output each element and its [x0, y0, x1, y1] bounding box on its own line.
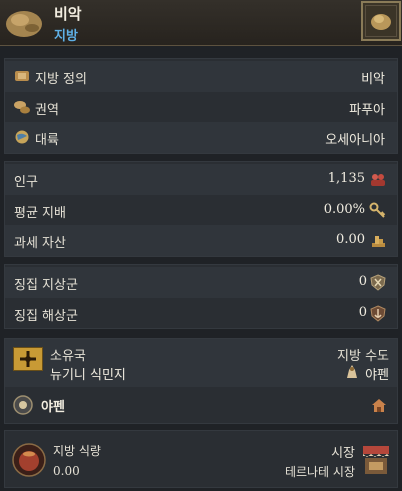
navy-value: 0	[358, 305, 367, 320]
population-label: 인구	[14, 175, 38, 190]
area-value: 파푸아	[349, 103, 385, 118]
province-definition-label: 지방 정의	[35, 72, 87, 87]
owner-value[interactable]: 뉴기니 식민지	[50, 364, 126, 383]
province-header: 비악 지방	[0, 0, 402, 46]
continent-row[interactable]: 대륙 오세아니아	[5, 122, 397, 153]
location-name: 야펜	[41, 400, 65, 415]
tax-value: 0.00	[336, 232, 365, 247]
population-value: 1,135	[327, 171, 365, 186]
location-icon	[13, 395, 33, 415]
tax-row[interactable]: 과세 자산 0.00	[5, 225, 397, 256]
owner-label: 소유국	[50, 349, 86, 364]
area-row[interactable]: 권역 파푸아	[5, 92, 397, 123]
province-definition-value: 비악	[361, 72, 385, 87]
population-row[interactable]: 인구 1,135	[5, 164, 397, 195]
capital-value[interactable]: 야펜	[365, 364, 389, 383]
capital-label: 지방 수도	[337, 349, 389, 364]
market-stall-icon[interactable]	[361, 444, 391, 476]
navy-label: 징집 해상군	[14, 309, 78, 324]
food-market-panel: 지방 식량 0.00 시장 테르나테 시장	[4, 430, 398, 488]
continent-label: 대륙	[35, 133, 59, 148]
food-pot-icon[interactable]	[12, 443, 46, 477]
navy-row[interactable]: 징집 해상군 0	[5, 298, 397, 329]
stats-panel: 인구 1,135 평균 지배 0.00% 과세 자산 0.00	[4, 161, 398, 257]
ownership-panel: 소유국 뉴기니 식민지 지방 수도 야펜 야펜	[4, 338, 398, 424]
food-value: 0.00	[53, 464, 80, 478]
market-value[interactable]: 테르나테 시장	[285, 463, 355, 480]
province-title: 비악	[54, 5, 82, 23]
region-info-panel: 지방 정의 비악 권역 파푸아 대륙 오세아니아	[4, 58, 398, 154]
army-value: 0	[358, 274, 367, 289]
coins-icon	[372, 236, 385, 247]
owner-row: 소유국 뉴기니 식민지 지방 수도 야펜	[5, 339, 397, 387]
food-label: 지방 식량	[53, 444, 101, 458]
control-label: 평균 지배	[14, 206, 66, 221]
province-scroll-icon	[15, 71, 29, 81]
market-label: 시장	[331, 446, 355, 461]
province-definition-row[interactable]: 지방 정의 비악	[5, 61, 397, 92]
province-map-icon	[371, 14, 391, 30]
location-row[interactable]: 야펜	[5, 391, 397, 421]
key-icon	[369, 202, 386, 218]
control-row[interactable]: 평균 지배 0.00%	[5, 195, 397, 226]
army-row[interactable]: 징집 지상군 0	[5, 267, 397, 298]
home-icon[interactable]	[371, 398, 387, 413]
province-map-button[interactable]	[361, 1, 401, 41]
army-label: 징집 지상군	[14, 278, 78, 293]
country-flag-icon[interactable]	[13, 347, 43, 371]
capital-icon	[347, 365, 357, 378]
area-map-icon	[14, 101, 30, 114]
control-value: 0.00%	[323, 202, 365, 217]
recruit-panel: 징집 지상군 0 징집 해상군 0	[4, 264, 398, 329]
continent-value: 오세아니아	[325, 133, 385, 148]
navy-shield-icon	[370, 305, 386, 322]
globe-icon	[15, 130, 29, 144]
population-icon	[371, 174, 385, 186]
province-icon	[6, 11, 42, 37]
tax-label: 과세 자산	[14, 236, 66, 251]
area-label: 권역	[35, 103, 59, 118]
province-type: 지방	[54, 29, 78, 44]
army-shield-icon	[370, 274, 386, 291]
